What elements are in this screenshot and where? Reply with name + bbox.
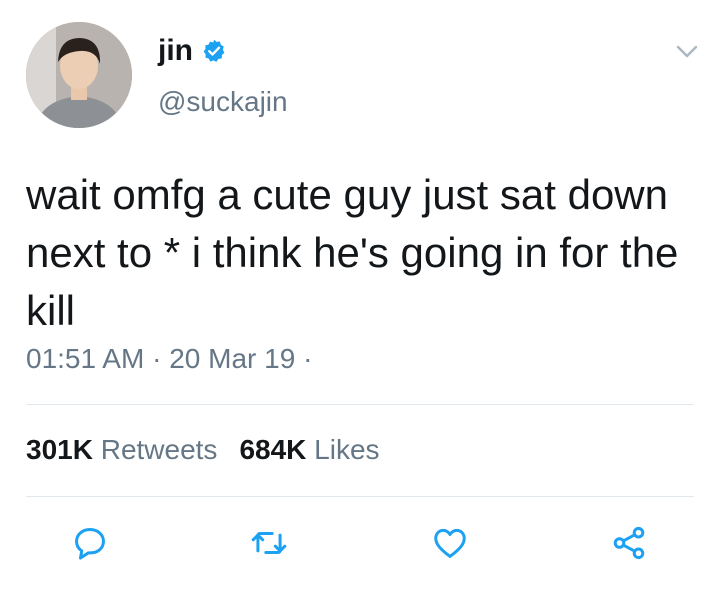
divider [26,404,694,405]
chevron-down-icon[interactable] [676,44,698,60]
share-icon [613,526,645,560]
retweets-stat[interactable]: 301K Retweets [26,434,217,466]
tweet-timestamp[interactable]: 01:51 AM · 20 Mar 19 · [26,343,312,375]
retweets-count: 301K [26,434,93,465]
meta-separator: · [152,343,170,374]
share-button[interactable] [610,524,648,562]
likes-stat[interactable]: 684K Likes [239,434,379,466]
like-button[interactable] [431,524,469,562]
retweet-button[interactable] [250,524,288,562]
reply-icon [75,528,105,560]
likes-label: Likes [314,434,380,465]
handle[interactable]: @suckajin [158,86,288,118]
verified-badge-icon [203,39,225,62]
retweets-label: Retweets [100,434,218,465]
divider [26,496,694,497]
name-row: jin [158,34,227,68]
display-name[interactable]: jin [158,34,193,68]
tweet-date: 20 Mar 19 [169,343,296,374]
avatar[interactable] [26,22,132,128]
reply-button[interactable] [71,524,109,562]
tweet-time: 01:51 AM [26,343,145,374]
meta-separator: · [303,343,313,374]
heart-icon [434,528,466,558]
likes-count: 684K [239,434,307,465]
tweet-stats: 301K Retweets 684K Likes [26,434,402,466]
tweet-text: wait omfg a cute guy just sat down next … [26,171,679,334]
avatar-photo [26,22,132,128]
retweet-icon [251,531,287,555]
